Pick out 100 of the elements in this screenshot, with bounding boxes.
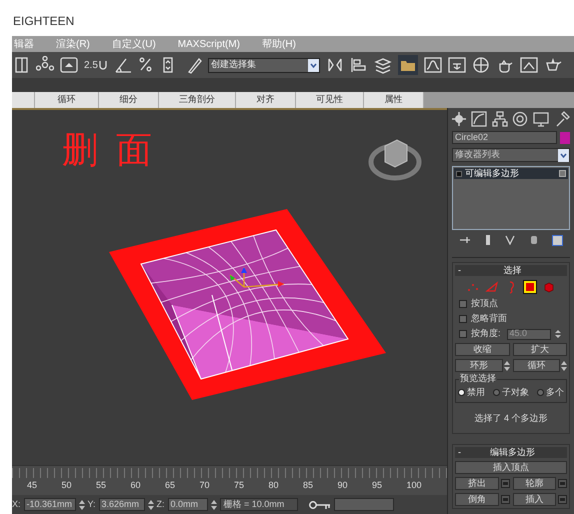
snap-label: 2.5 xyxy=(84,61,98,71)
schematic-icon[interactable] xyxy=(448,56,466,74)
mirror-icon[interactable] xyxy=(326,56,344,74)
rollout-header[interactable]: - 编辑多边形 xyxy=(455,447,567,458)
viewport[interactable]: 删面 xyxy=(12,108,447,465)
timeline-tick-label: 70 xyxy=(200,481,210,490)
chevron-down-icon[interactable] xyxy=(308,58,319,72)
button[interactable]: 收缩 xyxy=(455,343,510,356)
spinner-arrows-icon[interactable] xyxy=(554,329,561,339)
ribbon-tab[interactable]: 三角剖分 xyxy=(159,92,236,108)
timeline-tick-label: 80 xyxy=(268,481,279,490)
coordinate-field[interactable]: 0.0mm xyxy=(168,498,208,511)
object-color-swatch[interactable] xyxy=(560,132,570,144)
collapse-toggle[interactable]: - xyxy=(458,446,461,460)
modifier-stack-item[interactable]: 可编辑多边形 xyxy=(454,168,568,179)
button[interactable]: 插入顶点 xyxy=(455,461,567,474)
coordinate-label: Y: xyxy=(88,498,96,511)
timeline-tick-label: 60 xyxy=(130,481,141,490)
align-icon[interactable] xyxy=(350,56,368,74)
coordinate-field[interactable]: 3.626mm xyxy=(98,498,145,511)
checkbox-label: 按顶点 xyxy=(471,297,498,310)
menu-item[interactable]: 辑器 xyxy=(14,36,34,52)
coordinate-label: Z: xyxy=(156,498,165,511)
dropdown-value: 创建选择集 xyxy=(210,58,256,72)
checkbox-label: 按角度: xyxy=(471,327,501,340)
window-icon[interactable] xyxy=(14,56,30,74)
button[interactable]: 轮廓 xyxy=(512,477,556,490)
radio-button[interactable] xyxy=(458,389,465,396)
timeline-tick-label: 50 xyxy=(62,481,72,490)
modifier-stack-list[interactable]: 可编辑多边形 xyxy=(452,166,570,230)
spinner-arrows-icon[interactable] xyxy=(210,498,217,510)
sphere-icon[interactable] xyxy=(472,56,490,74)
key-icon[interactable] xyxy=(308,500,331,510)
coordinate-label: X: xyxy=(12,498,21,511)
menu-item[interactable]: 帮助(H) xyxy=(262,36,296,52)
button[interactable]: 插入 xyxy=(512,493,556,506)
menu-item[interactable]: 渲染(R) xyxy=(56,36,90,52)
spinner-arrows-icon[interactable] xyxy=(148,498,154,510)
coordinate-field[interactable]: -10.361mm xyxy=(24,498,76,511)
checkbox[interactable] xyxy=(459,315,467,323)
selection-status: 选择了 4 个多边形 xyxy=(473,412,548,424)
folder-icon[interactable] xyxy=(398,55,418,75)
grid-size-readout: 栅格 = 10.0mm xyxy=(220,498,298,511)
checkbox[interactable] xyxy=(459,330,467,338)
timeline-tick-label: 65 xyxy=(165,481,176,490)
ribbon-tab[interactable]: 细分 xyxy=(99,92,159,108)
spinner-arrows-icon[interactable] xyxy=(504,360,510,372)
menu-item[interactable]: 自定义(U) xyxy=(112,36,156,52)
pencil-icon[interactable] xyxy=(186,56,202,74)
ribbon-tab[interactable]: 对齐 xyxy=(236,92,296,108)
chevron-down-icon[interactable] xyxy=(558,148,569,162)
polygon-mode-icon[interactable] xyxy=(523,280,537,294)
group-title: 预览选择 xyxy=(459,374,497,383)
magnet-icon[interactable] xyxy=(98,59,108,71)
radio-button[interactable] xyxy=(493,389,500,396)
render-frame-icon[interactable] xyxy=(520,56,538,74)
selection-set-dropdown[interactable]: 创建选择集 xyxy=(208,58,320,72)
rollout-header[interactable]: - 选择 xyxy=(455,265,567,276)
timeline-tick-label: 75 xyxy=(234,481,244,490)
ribbon-tab[interactable]: 可见性 xyxy=(296,92,364,108)
radio-label: 多个 xyxy=(546,386,564,399)
create-icon[interactable] xyxy=(452,112,466,126)
curve-editor-icon[interactable] xyxy=(424,56,442,74)
timeline-tick-label: 95 xyxy=(372,481,382,490)
timeline-tick-label: 45 xyxy=(27,481,38,490)
button[interactable]: 挤出 xyxy=(455,477,498,490)
collapse-toggle[interactable]: - xyxy=(458,264,461,278)
modifier-list-dropdown[interactable]: 修改器列表 xyxy=(452,148,570,162)
page-heading: EIGHTEEN xyxy=(13,14,74,28)
object-name-field[interactable]: Circle02 xyxy=(452,131,557,144)
dropdown-value: 修改器列表 xyxy=(455,148,500,162)
ribbon-tab[interactable]: 循环 xyxy=(35,92,99,108)
timeline-tick-label: 55 xyxy=(96,481,106,490)
spinner-arrows-icon[interactable] xyxy=(561,360,567,372)
motion-icon[interactable] xyxy=(512,111,528,127)
checkbox[interactable] xyxy=(459,300,467,308)
handwritten-annotation: 删面 xyxy=(62,132,170,168)
radio-button[interactable] xyxy=(537,389,544,396)
ribbon-tab[interactable]: 属性 xyxy=(364,92,424,108)
timeline-ruler[interactable]: 45 50 55 60 65 70 75 80 85 90 95 100 xyxy=(12,465,447,495)
rollout-title: 编辑多边形 xyxy=(489,446,536,459)
timeline-tick-label: 100 xyxy=(406,481,422,490)
angle-snap-icon[interactable] xyxy=(114,56,132,74)
spinner-arrows-icon[interactable] xyxy=(78,498,85,510)
layers-icon[interactable] xyxy=(374,56,392,74)
timeline-tick-label: 85 xyxy=(303,481,314,490)
radio-label: 子对象 xyxy=(502,386,529,399)
hierarchy-icon[interactable] xyxy=(492,111,508,127)
rollout-title: 选择 xyxy=(502,264,522,277)
button[interactable]: 扩大 xyxy=(512,343,567,356)
modify-icon[interactable] xyxy=(470,111,487,127)
menu-item[interactable]: MAXScript(M) xyxy=(178,36,240,52)
button[interactable]: 环形 xyxy=(455,359,502,372)
button[interactable]: 倒角 xyxy=(455,493,498,506)
timeline-tick-label: 90 xyxy=(338,481,348,490)
checkbox-label: 忽略背面 xyxy=(471,312,507,326)
button[interactable]: 循环 xyxy=(512,359,560,372)
upload-icon[interactable] xyxy=(60,56,78,74)
radio-label: 禁用 xyxy=(467,386,485,399)
display-icon[interactable] xyxy=(533,111,550,127)
